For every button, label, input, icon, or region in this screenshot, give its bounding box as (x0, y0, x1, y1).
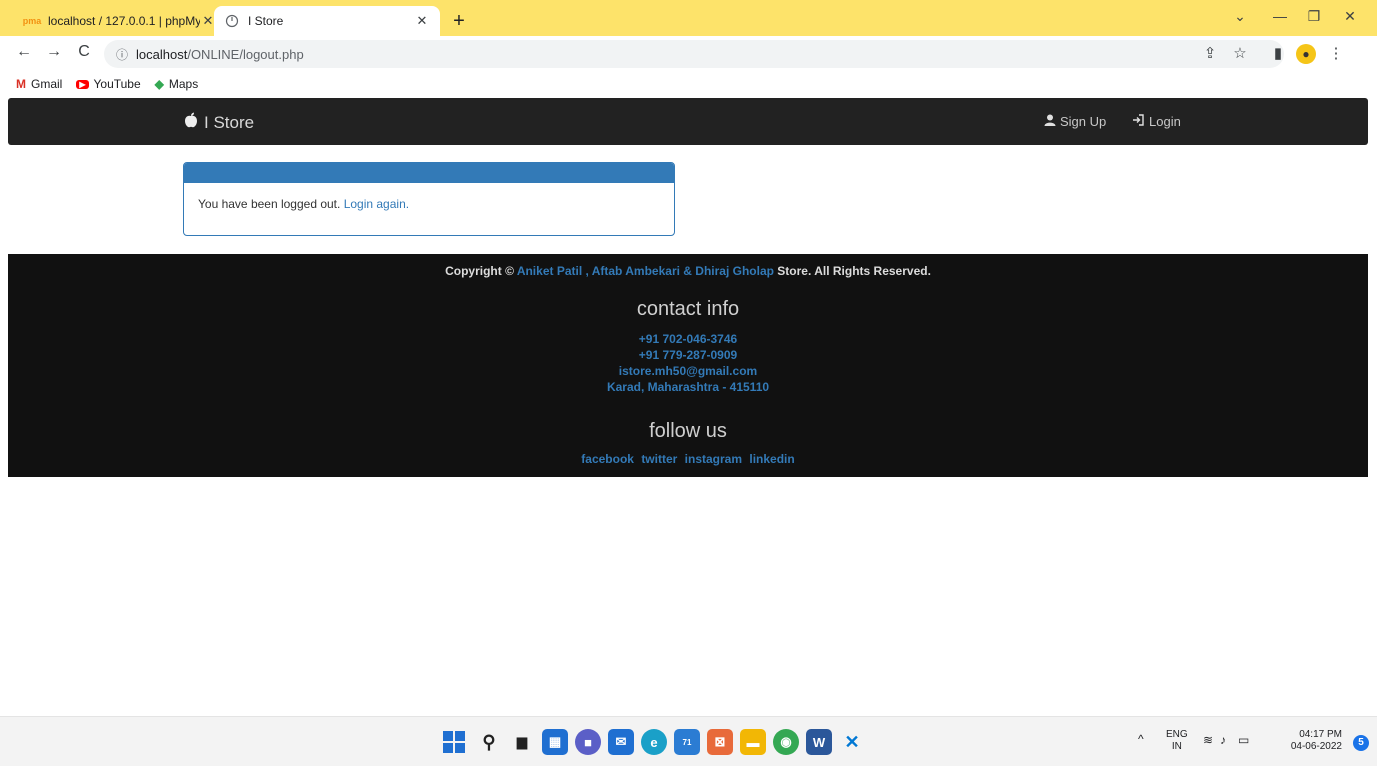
nav-login-link[interactable]: Login (1132, 114, 1181, 129)
bookmark-youtube[interactable]: ▶ YouTube (76, 77, 141, 91)
chat-icon[interactable]: ■ (575, 729, 601, 755)
notification-badge[interactable]: 5 (1353, 735, 1369, 751)
social-links: facebook twitter instagram linkedin (8, 452, 1368, 466)
tab-phpmyadmin[interactable]: pma localhost / 127.0.0.1 | phpMyAdm ✕ (14, 6, 226, 36)
vscode-icon[interactable]: ✕ (839, 729, 865, 755)
maps-icon: ◆ (154, 77, 164, 91)
nav-signup-link[interactable]: Sign Up (1044, 114, 1106, 129)
youtube-icon: ▶ (76, 79, 89, 89)
login-again-link[interactable]: Login again. (344, 197, 409, 211)
bookmark-label: Maps (168, 77, 199, 91)
edge-icon[interactable]: e (641, 729, 667, 755)
show-hidden-icons-icon[interactable]: ^ (1138, 733, 1144, 745)
instagram-link[interactable]: instagram (685, 452, 742, 466)
site-footer: Copyright © Aniket Patil , Aftab Ambekar… (8, 254, 1368, 477)
twitter-link[interactable]: twitter (641, 452, 677, 466)
signup-label: Sign Up (1060, 114, 1107, 129)
task-view-icon[interactable]: ▆ (509, 729, 535, 755)
gmail-icon: M (16, 77, 26, 91)
bookmark-label: Gmail (31, 77, 63, 91)
url-path: /ONLINE/logout.php (187, 46, 304, 62)
tab-title: localhost / 127.0.0.1 | phpMyAdm (48, 14, 200, 28)
clock[interactable]: 04:17 PM 04-06-2022 (1272, 729, 1342, 753)
logout-panel: You have been logged out. Login again. (183, 162, 675, 236)
chrome-icon[interactable]: ◉ (773, 729, 799, 755)
bookmark-gmail[interactable]: M Gmail (16, 77, 62, 91)
language-bottom: IN (1171, 741, 1182, 752)
follow-heading: follow us (649, 420, 727, 442)
tab-search-icon[interactable]: ⌄ (1228, 8, 1252, 25)
contact-address: Karad, Maharashtra - 415110 (606, 380, 770, 394)
copyright-prefix: Copyright © (445, 264, 517, 278)
language-indicator[interactable]: ENG IN (1166, 729, 1188, 753)
page-loading-icon (224, 13, 240, 29)
panel-body: You have been logged out. Login again. (184, 183, 674, 225)
bookmarks-bar: M Gmail ▶ YouTube ◆ Maps (0, 72, 1377, 96)
windows-taskbar: ⚲ ▆ ▦ ■ ✉ e 71 ⊠ ▬ ◉ W ✕ ^ ENG IN ≋ ♪ ▭ … (0, 716, 1377, 766)
browser-toolbar: ← → C ⓘ localhost /ONLINE/logout.php ⇪ ☆… (0, 36, 1377, 72)
window-close-icon[interactable]: ✕ (1338, 8, 1362, 25)
search-icon[interactable]: ⚲ (476, 729, 502, 755)
battery-icon[interactable]: ▭ (1238, 734, 1249, 746)
clock-time: 04:17 PM (1299, 729, 1342, 740)
apple-icon (184, 112, 198, 133)
widgets-icon[interactable]: ▦ (542, 729, 568, 755)
copyright-suffix: Store. All Rights Reserved. (773, 264, 931, 278)
windows-start-icon[interactable] (441, 729, 467, 755)
site-info-icon[interactable]: ⓘ (116, 46, 128, 63)
address-bar[interactable]: ⓘ localhost /ONLINE/logout.php (104, 40, 1284, 68)
side-panel-icon[interactable]: ▮ (1268, 44, 1288, 64)
contact-email[interactable]: istore.mh50@gmail.com (8, 363, 1368, 379)
url-host: localhost (136, 46, 188, 62)
word-icon[interactable]: W (806, 729, 832, 755)
login-icon (1132, 114, 1145, 129)
xampp-icon[interactable]: ⊠ (707, 729, 733, 755)
minimize-icon[interactable]: — (1268, 8, 1292, 24)
tab-istore[interactable]: I Store ✕ (214, 6, 440, 36)
bookmark-star-icon[interactable]: ☆ (1230, 44, 1250, 64)
close-icon[interactable]: ✕ (414, 13, 430, 29)
contact-phone-1[interactable]: +91 702-046-3746 (8, 331, 1368, 347)
teams-badge: 71 (682, 737, 692, 747)
facebook-link[interactable]: facebook (581, 452, 634, 466)
maximize-icon[interactable]: ❐ (1302, 8, 1326, 25)
teams-icon[interactable]: 71 (674, 729, 700, 755)
menu-kebab-icon[interactable]: ⋮ (1326, 44, 1346, 64)
new-tab-button[interactable]: + (447, 10, 471, 34)
contact-list: +91 702-046-3746 +91 779-287-0909 istore… (8, 331, 1368, 395)
profile-avatar-icon[interactable]: ● (1296, 44, 1316, 64)
brand-link[interactable]: I Store (184, 112, 254, 133)
share-icon[interactable]: ⇪ (1200, 44, 1220, 64)
wifi-icon[interactable]: ≋ (1203, 734, 1213, 746)
browser-tab-strip: pma localhost / 127.0.0.1 | phpMyAdm ✕ I… (0, 0, 1377, 36)
user-icon (1044, 114, 1056, 129)
clock-date: 04-06-2022 (1290, 741, 1342, 752)
linkedin-link[interactable]: linkedin (749, 452, 794, 466)
forward-icon[interactable]: → (44, 43, 64, 65)
copyright-text: Copyright © Aniket Patil , Aftab Ambekar… (8, 264, 1368, 278)
logout-message: You have been logged out. (198, 197, 344, 211)
reload-icon[interactable]: C (74, 43, 94, 65)
web-page: I Store Sign Up Login You have been logg… (8, 98, 1368, 716)
brand-name: I Store (204, 112, 255, 132)
phpmyadmin-icon: pma (22, 16, 42, 26)
volume-icon[interactable]: ♪ (1220, 734, 1226, 746)
bookmark-maps[interactable]: ◆ Maps (155, 77, 199, 91)
tab-title: I Store (248, 14, 284, 28)
language-top: ENG (1166, 729, 1188, 740)
mail-icon[interactable]: ✉ (608, 729, 634, 755)
copyright-names: Aniket Patil , Aftab Ambekari & Dhiraj G… (516, 264, 774, 278)
file-explorer-icon[interactable]: ▬ (740, 729, 766, 755)
contact-phone-2[interactable]: +91 779-287-0909 (8, 347, 1368, 363)
panel-heading (184, 163, 674, 183)
back-icon[interactable]: ← (14, 43, 34, 65)
contact-heading: contact info (636, 298, 740, 320)
bookmark-label: YouTube (93, 77, 141, 91)
site-navbar: I Store Sign Up Login (8, 98, 1368, 145)
login-label: Login (1149, 114, 1181, 129)
